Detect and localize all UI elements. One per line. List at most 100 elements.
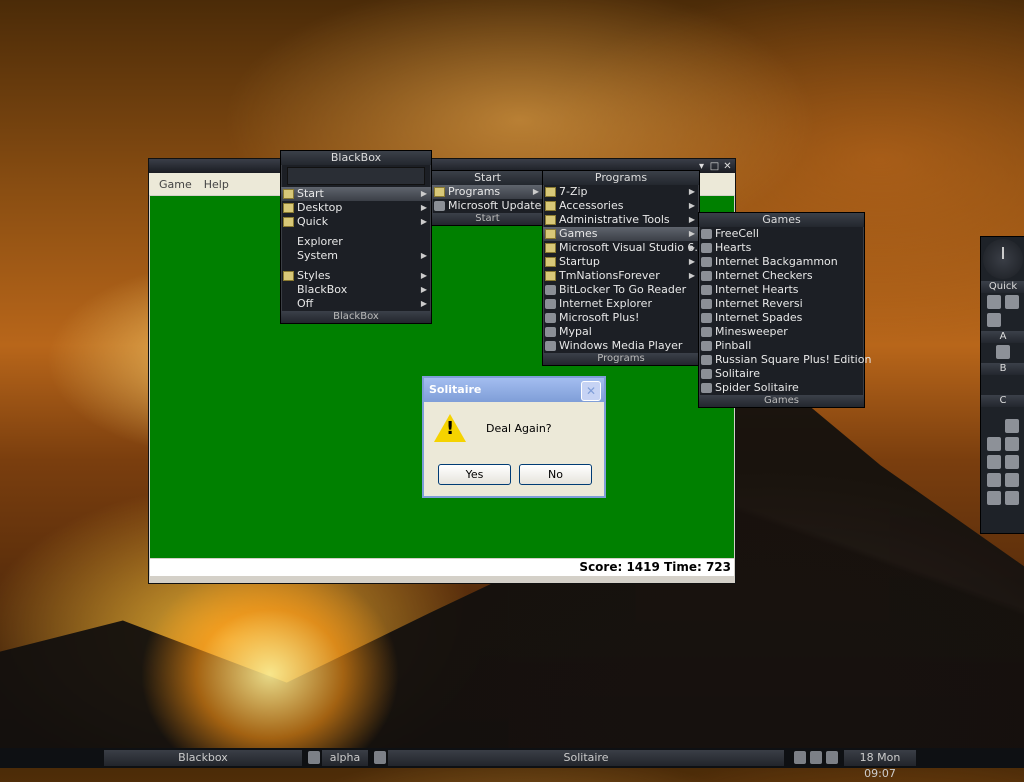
dock-label-a[interactable]: A	[981, 331, 1024, 343]
menu-item-off[interactable]: Off ▶	[281, 297, 431, 311]
menu-item-visual-studio[interactable]: Microsoft Visual Studio 6.0 ▶	[543, 241, 705, 255]
menu-item-internet-explorer[interactable]: Internet Explorer	[543, 297, 699, 311]
menu-item-internet-spades[interactable]: Internet Spades	[699, 311, 864, 325]
active-window-label[interactable]: Solitaire	[388, 750, 784, 766]
solitaire-icon	[701, 369, 712, 379]
task-icon[interactable]	[374, 751, 386, 764]
menu-item-pinball[interactable]: Pinball	[699, 339, 864, 353]
score-status: Score: 1419 Time: 723	[150, 559, 734, 576]
microsoft-plus-icon	[545, 313, 556, 323]
minesweeper-icon	[701, 327, 712, 337]
workspace-label[interactable]: Blackbox	[104, 750, 302, 766]
wallpaper-flames	[140, 560, 400, 750]
menu-item-desktop[interactable]: Desktop ▶	[281, 201, 431, 215]
menu-item-startup[interactable]: Startup ▶	[543, 255, 699, 269]
internet-explorer-icon[interactable]	[987, 295, 1001, 309]
programs-menu: Programs 7-Zip ▶ Accessories ▶ Administrat…	[542, 170, 705, 366]
media-player-icon[interactable]	[987, 313, 1001, 327]
internet-hearts-icon	[701, 285, 712, 295]
computer-icon[interactable]	[987, 455, 1001, 469]
window-icon[interactable]	[996, 345, 1010, 359]
menu-item-start[interactable]: Start ▶	[281, 187, 431, 201]
settings-icon[interactable]	[1005, 455, 1019, 469]
menu-item-programs[interactable]: Programs ▶	[432, 185, 543, 199]
folder-icon	[545, 229, 556, 239]
folder-icon	[434, 187, 445, 197]
mypal-icon	[545, 327, 556, 337]
taskbar-clock[interactable]: 18 Mon 09:07	[844, 750, 916, 780]
menu-item-system[interactable]: System ▶	[281, 249, 431, 263]
menu-item-hearts[interactable]: Hearts	[699, 241, 864, 255]
tray-arrow-icon[interactable]	[794, 751, 806, 764]
menu-item-quick[interactable]: Quick ▶	[281, 215, 431, 229]
dock-label-b[interactable]: B	[981, 363, 1024, 375]
internet-explorer-icon[interactable]	[1005, 419, 1019, 433]
dock-label-quick: Quick	[981, 281, 1024, 293]
yes-button[interactable]: Yes	[438, 464, 511, 485]
menu-game[interactable]: Game	[153, 178, 198, 191]
spades-icon	[701, 313, 712, 323]
folder-icon	[545, 201, 556, 211]
menu-item-minesweeper[interactable]: Minesweeper	[699, 325, 864, 339]
reversi-icon	[701, 299, 712, 309]
menu-item-styles[interactable]: Styles ▶	[281, 269, 431, 283]
spider-solitaire-icon	[701, 383, 712, 393]
dock-label-c[interactable]: C	[981, 395, 1024, 407]
start-menu: Start Programs ▶ Microsoft Update Start	[431, 170, 544, 226]
printer-icon[interactable]	[1005, 437, 1019, 451]
menu-item-russian-square[interactable]: Russian Square Plus! Edition	[699, 353, 871, 367]
freecell-icon	[701, 229, 712, 239]
checkers-icon	[701, 271, 712, 281]
internet-explorer-icon	[545, 299, 556, 309]
workspace-icon[interactable]	[308, 751, 320, 764]
start-menu-title: Start	[432, 171, 543, 185]
dialog-title-text: Solitaire	[429, 383, 482, 396]
users-icon[interactable]	[987, 473, 1001, 487]
close-icon[interactable]: ✕	[722, 161, 733, 172]
folder-icon	[545, 243, 556, 253]
blackbox-menu-title: BlackBox	[281, 151, 431, 165]
battery-icon[interactable]	[1005, 491, 1019, 505]
close-icon[interactable]: ✕	[581, 381, 601, 401]
no-button[interactable]: No	[519, 464, 592, 485]
analog-clock	[983, 239, 1023, 279]
maximize-icon[interactable]: □	[709, 161, 720, 172]
notepad-icon[interactable]	[1005, 295, 1019, 309]
games-menu-title: Games	[699, 213, 864, 227]
menu-item-internet-hearts[interactable]: Internet Hearts	[699, 283, 864, 297]
toolbar: Blackbox alpha Solitaire 18 Mon 09:07	[0, 748, 1024, 780]
menu-item-accessories[interactable]: Accessories ▶	[543, 199, 699, 213]
menu-item-internet-checkers[interactable]: Internet Checkers	[699, 269, 864, 283]
tab-alpha[interactable]: alpha	[322, 750, 368, 766]
menu-item-administrative-tools[interactable]: Administrative Tools ▶	[543, 213, 699, 227]
menu-item-blackbox[interactable]: BlackBox ▶	[281, 283, 431, 297]
menu-item-spider-solitaire[interactable]: Spider Solitaire	[699, 381, 864, 395]
folder-icon	[545, 257, 556, 267]
menu-item-games[interactable]: Games ▶	[543, 227, 699, 241]
folder-icon	[283, 189, 294, 199]
recycle-bin-icon[interactable]	[987, 491, 1001, 505]
folder-icon	[283, 271, 294, 281]
menu-item-microsoft-update[interactable]: Microsoft Update	[432, 199, 543, 213]
menu-item-microsoft-plus[interactable]: Microsoft Plus!	[543, 311, 699, 325]
folder-icon	[545, 187, 556, 197]
menu-item-windows-media-player[interactable]: Windows Media Player	[543, 339, 699, 353]
folder-icon	[283, 203, 294, 213]
menu-item-mypal[interactable]: Mypal	[543, 325, 699, 339]
menu-help[interactable]: Help	[198, 178, 235, 191]
russian-square-icon	[701, 355, 712, 365]
blackbox-menu-search[interactable]	[287, 167, 425, 185]
hearts-icon	[701, 243, 712, 253]
menu-item-7zip[interactable]: 7-Zip ▶	[543, 185, 699, 199]
volume-tray-icon[interactable]	[826, 751, 838, 764]
menu-item-internet-reversi[interactable]: Internet Reversi	[699, 297, 864, 311]
menu-item-tmnationsforever[interactable]: TmNationsForever ▶	[543, 269, 699, 283]
network-icon[interactable]	[987, 437, 1001, 451]
network-tray-icon[interactable]	[810, 751, 822, 764]
menu-item-internet-backgammon[interactable]: Internet Backgammon	[699, 255, 864, 269]
menu-item-solitaire[interactable]: Solitaire	[699, 367, 864, 381]
menu-item-bitlocker[interactable]: BitLocker To Go Reader	[543, 283, 699, 297]
menu-item-freecell[interactable]: FreeCell	[699, 227, 864, 241]
menu-item-explorer[interactable]: Explorer	[281, 235, 431, 249]
gear-icon[interactable]	[1005, 473, 1019, 487]
